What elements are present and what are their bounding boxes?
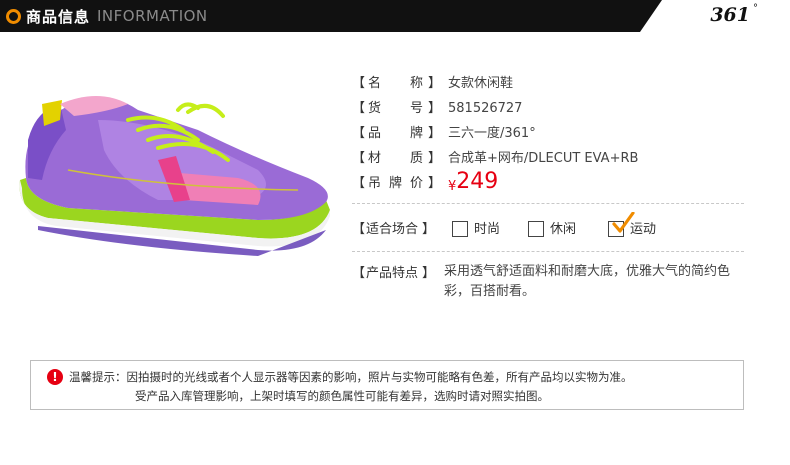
- bracket-open: 【: [352, 76, 366, 91]
- occasion-option-fashion[interactable]: 时尚: [452, 218, 500, 237]
- features-text: 采用透气舒适面料和耐磨大底，优雅大气的简约色彩，百搭耐看。: [444, 264, 731, 299]
- alert-icon: !: [47, 369, 63, 385]
- bracket-open: 【: [352, 126, 366, 141]
- divider: [352, 203, 744, 204]
- occasion-label: 适合场合: [366, 222, 419, 237]
- features-label: 产品特点: [366, 266, 419, 281]
- label-char: 价: [410, 176, 424, 191]
- label-char: 质: [410, 151, 424, 166]
- checkbox[interactable]: [452, 221, 468, 237]
- bracket-open: 【: [352, 176, 366, 191]
- label-char: 牌: [389, 176, 403, 191]
- checkmark-icon: [612, 212, 635, 233]
- occasion-option-casual[interactable]: 休闲: [528, 218, 576, 237]
- brand-logo-degree: °: [753, 3, 758, 14]
- checkbox-checked[interactable]: [608, 212, 635, 237]
- info-value: 女款休闲鞋: [448, 76, 514, 91]
- bracket-close: 】: [422, 266, 436, 281]
- label-char: 吊: [368, 176, 382, 191]
- bracket-close: 】: [422, 222, 436, 237]
- label-char: 品: [368, 126, 382, 141]
- bracket-open: 【: [352, 101, 366, 116]
- label-char: 称: [410, 76, 424, 91]
- brand-logo-area: 361 °: [640, 0, 790, 32]
- notice-box: ! 温馨提示：因拍摄时的光线或者个人显示器等因素的影响，照片与实物可能略有色差，…: [30, 360, 744, 410]
- occasion-option-sport[interactable]: 运动: [608, 212, 656, 237]
- bracket-open: 【: [352, 151, 366, 166]
- bracket-open: 【: [352, 222, 366, 237]
- bracket-close: 】: [428, 101, 442, 116]
- price: ¥249: [448, 171, 498, 197]
- product-image: [19, 96, 331, 256]
- info-value: 三六一度/361°: [448, 126, 536, 141]
- bracket-close: 】: [428, 176, 442, 191]
- option-label: 休闲: [550, 222, 577, 237]
- section-title-en: INFORMATION: [97, 7, 208, 25]
- section-header: 商品信息 INFORMATION 361 °: [0, 0, 790, 32]
- info-value: 581526727: [448, 101, 523, 116]
- bracket-close: 】: [428, 76, 442, 91]
- label-char: 材: [368, 151, 382, 166]
- label-char: 号: [410, 101, 424, 116]
- bracket-close: 】: [428, 126, 442, 141]
- section-title: 商品信息: [26, 8, 91, 26]
- circle-icon: [6, 9, 21, 24]
- price-value: 249: [456, 169, 499, 194]
- label-char: 货: [368, 101, 382, 116]
- divider: [352, 251, 744, 252]
- label-char: 名: [368, 76, 382, 91]
- info-value: 合成革+网布/DLECUT EVA+RB: [448, 151, 639, 166]
- bracket-close: 】: [428, 151, 442, 166]
- option-label: 时尚: [474, 222, 501, 237]
- label-char: 牌: [410, 126, 424, 141]
- checkbox[interactable]: [528, 221, 544, 237]
- notice-line-2: 受产品入库管理影响，上架时填写的颜色属性可能有差异，选购时请对照实拍图。: [135, 389, 549, 403]
- bracket-open: 【: [352, 266, 366, 281]
- notice-line-1: 温馨提示：因拍摄时的光线或者个人显示器等因素的影响，照片与实物可能略有色差，所有…: [69, 370, 633, 384]
- brand-logo: 361: [710, 4, 750, 26]
